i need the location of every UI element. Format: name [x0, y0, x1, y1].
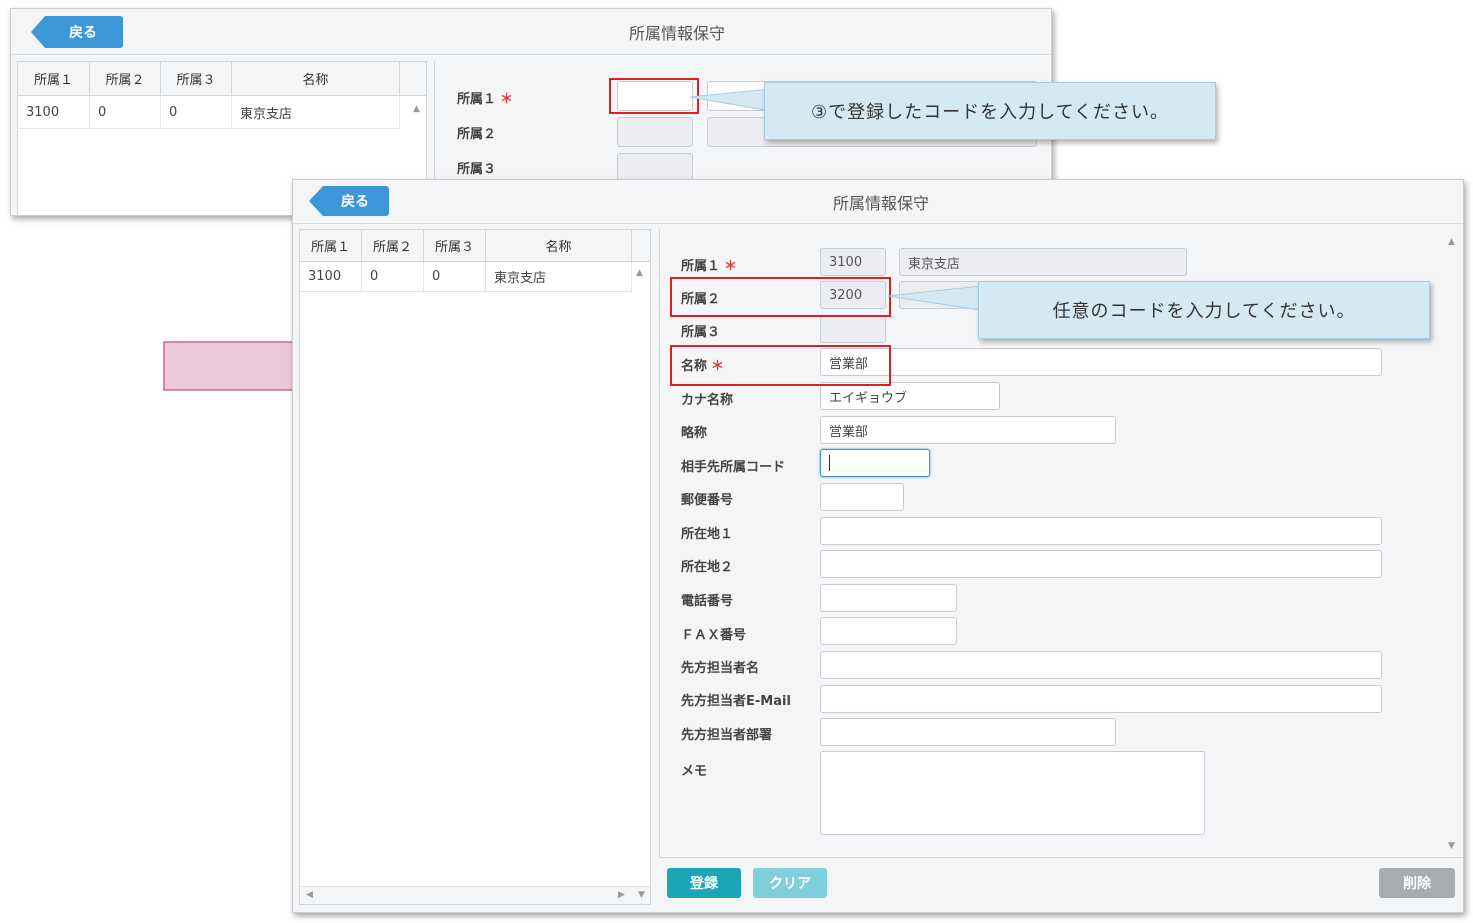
dept3-code-input[interactable] — [820, 315, 886, 343]
back-callout: ③で登録したコードを入力してください。 — [764, 82, 1216, 140]
cell-dept2: 0 — [362, 262, 424, 291]
kana-name-input[interactable]: エイギョウブ — [820, 382, 1000, 410]
clear-button[interactable]: クリア — [753, 868, 827, 898]
cell-dept3: 0 — [424, 262, 486, 291]
register-button[interactable]: 登録 — [667, 868, 741, 898]
label-short-name: 略称 — [681, 426, 708, 441]
front-callout-pointer — [887, 285, 981, 311]
page-title: 所属情報保守 — [833, 194, 930, 213]
label-kana-name: カナ名称 — [681, 393, 734, 408]
phone-input[interactable] — [820, 584, 957, 612]
label-partner-code: 相手先所属コード — [681, 460, 786, 475]
postal-code-input[interactable] — [820, 483, 904, 511]
scroll-up-icon[interactable]: ▲ — [413, 104, 420, 114]
highlight-dept2 — [670, 277, 891, 317]
scroll-up-icon[interactable]: ▲ — [1448, 237, 1455, 247]
label-postal-code: 郵便番号 — [681, 493, 734, 508]
front-callout: 任意のコードを入力してください。 — [978, 281, 1430, 339]
label-address1: 所在地１ — [681, 527, 734, 542]
dept1-code-input[interactable]: 3100 — [820, 248, 886, 276]
col-header-dept1[interactable]: 所属１ — [18, 62, 90, 95]
cell-name: 東京支店 — [232, 96, 400, 128]
short-name-input[interactable]: 営業部 — [820, 416, 1116, 444]
col-header-dept2[interactable]: 所属２ — [362, 230, 424, 261]
col-header-name[interactable]: 名称 — [486, 230, 632, 261]
scroll-down-icon[interactable]: ▼ — [1448, 841, 1455, 851]
fax-input[interactable] — [820, 617, 957, 645]
col-header-name[interactable]: 名称 — [232, 62, 400, 95]
cell-dept1: 3100 — [18, 96, 90, 128]
scroll-right-icon[interactable]: ▶ — [618, 890, 625, 900]
label-memo: メモ — [681, 764, 708, 779]
back-button-label: 戻る — [69, 25, 97, 41]
label-contact-name: 先方担当者名 — [681, 661, 760, 676]
label-phone: 電話番号 — [681, 594, 734, 609]
label-contact-email: 先方担当者E-Mail — [681, 694, 791, 709]
label-dept1: 所属１ ＊ — [457, 92, 514, 107]
contact-email-input[interactable] — [820, 685, 1382, 713]
dept-grid: 所属１ 所属２ 所属３ 名称 3100 0 0 東京支店 ▲ ◀ ▶ ▼ — [299, 229, 651, 905]
grid-header: 所属１ 所属２ 所属３ 名称 — [300, 230, 650, 262]
label-fax: ＦＡＸ番号 — [681, 628, 747, 643]
dept1-name-field: 東京支店 — [899, 248, 1187, 276]
cell-dept2: 0 — [90, 96, 161, 128]
contact-name-input[interactable] — [820, 651, 1382, 679]
page-title: 所属情報保守 — [629, 24, 726, 43]
front-window-titlebar: 戻る 所属情報保守 — [293, 180, 1463, 224]
delete-button[interactable]: 削除 — [1379, 868, 1455, 898]
cell-dept1: 3100 — [300, 262, 362, 291]
back-window-titlebar: 戻る 所属情報保守 — [11, 9, 1051, 55]
address1-input[interactable] — [820, 517, 1382, 545]
text-caret — [829, 455, 830, 471]
label-address2: 所在地２ — [681, 560, 734, 575]
partner-code-input[interactable] — [820, 449, 930, 477]
name-input[interactable]: 営業部 — [820, 348, 1382, 376]
col-header-dept3[interactable]: 所属３ — [424, 230, 486, 261]
form-footer: 登録 クリア 削除 — [659, 857, 1463, 905]
table-row[interactable]: 3100 0 0 東京支店 — [300, 262, 632, 292]
contact-dept-input[interactable] — [820, 718, 1116, 746]
horizontal-scrollbar[interactable]: ◀ ▶ ▼ — [300, 886, 650, 904]
label-dept1: 所属１ ＊ — [681, 259, 738, 274]
grid-header: 所属１ 所属２ 所属３ 名称 — [18, 62, 426, 96]
scroll-down-icon[interactable]: ▼ — [638, 890, 645, 900]
back-button[interactable]: 戻る — [309, 186, 389, 216]
address2-input[interactable] — [820, 550, 1382, 578]
cell-name: 東京支店 — [486, 262, 632, 291]
highlight-name — [670, 345, 891, 386]
cell-dept3: 0 — [161, 96, 232, 128]
label-dept3: 所属３ — [457, 162, 497, 177]
table-row[interactable]: 3100 0 0 東京支店 — [18, 96, 400, 129]
scroll-up-icon[interactable]: ▲ — [636, 268, 643, 278]
label-contact-dept: 先方担当者部署 — [681, 728, 773, 743]
scroll-left-icon[interactable]: ◀ — [306, 890, 313, 900]
col-header-dept3[interactable]: 所属３ — [161, 62, 232, 95]
memo-textarea[interactable] — [820, 751, 1205, 835]
label-dept3: 所属３ — [681, 325, 721, 340]
back-button-label: 戻る — [341, 194, 369, 210]
col-header-dept2[interactable]: 所属２ — [90, 62, 161, 95]
col-header-dept1[interactable]: 所属１ — [300, 230, 362, 261]
label-dept2: 所属２ — [457, 127, 497, 142]
back-button[interactable]: 戻る — [31, 16, 123, 48]
